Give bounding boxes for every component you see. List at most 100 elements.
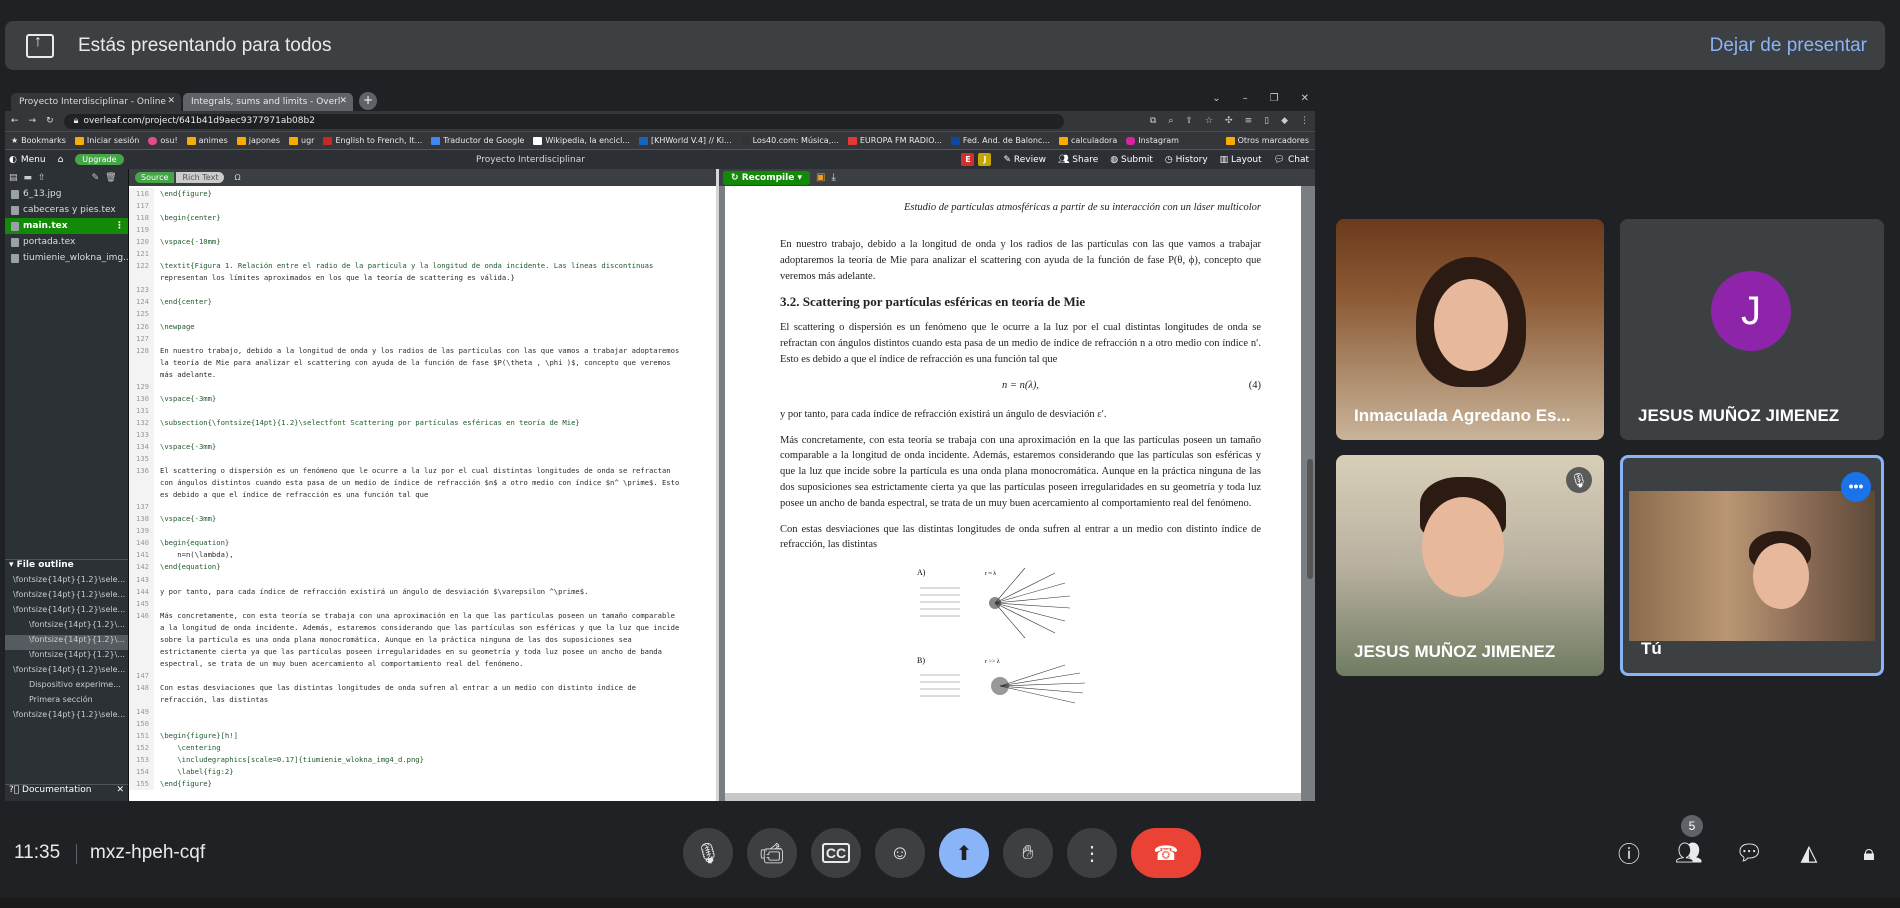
code-line[interactable]: 147: [129, 669, 716, 682]
file-item-active[interactable]: main.tex ⋮: [5, 218, 128, 234]
file-outline-header[interactable]: ▾ File outline: [5, 559, 128, 574]
bookmark-item[interactable]: calculadora: [1058, 136, 1117, 145]
code-line[interactable]: 128 En nuestro trabajo, debido a la longi…: [129, 344, 716, 357]
code-line[interactable]: a la longitud de onda incidente. Además,…: [129, 621, 716, 634]
logs-icon[interactable]: ▣: [816, 172, 825, 183]
code-line[interactable]: 133: [129, 428, 716, 441]
pdf-horizontal-scrollbar[interactable]: [725, 793, 1301, 801]
participant-tile[interactable]: 🎙︎ JESUS MUÑOZ JIMENEZ: [1336, 455, 1604, 676]
bookmark-item[interactable]: Iniciar sesión: [74, 136, 139, 145]
code-line[interactable]: la teoría de Mie para analizar el scatte…: [129, 356, 716, 369]
microphone-button[interactable]: 🎙︎: [683, 828, 733, 878]
bookmark-item[interactable]: japones: [236, 136, 280, 145]
more-options-icon[interactable]: •••: [1841, 472, 1871, 502]
browser-tab-active[interactable]: Proyecto Interdisciplinar - Online ✕: [11, 93, 181, 111]
outline-item[interactable]: \fontsize{14pt}{1.2}\sele...: [5, 605, 128, 620]
close-icon[interactable]: ✕: [339, 96, 347, 106]
media-icon[interactable]: ≡: [1245, 116, 1253, 126]
translate-icon[interactable]: ⧉: [1150, 116, 1156, 126]
outline-item[interactable]: \fontsize{14pt}{1.2}\sele...: [5, 590, 128, 605]
collaborator-avatar[interactable]: E: [961, 153, 975, 166]
outline-item[interactable]: Dispositivo experime...: [5, 680, 128, 695]
menu-button[interactable]: ◐ Menu: [9, 155, 46, 165]
code-line[interactable]: 123: [129, 284, 716, 297]
reload-icon[interactable]: ↻: [46, 116, 54, 126]
bookmark-item[interactable]: Wikipedia, la encicl...: [533, 136, 630, 145]
code-line[interactable]: 152 \centering: [129, 742, 716, 755]
chat-button[interactable]: 💬︎ Chat: [1274, 155, 1309, 165]
activities-button[interactable]: ◭: [1796, 840, 1822, 866]
code-line[interactable]: 155 \end{figure}: [129, 778, 716, 791]
code-line[interactable]: 116 \end{figure}: [129, 188, 716, 201]
bookmark-item[interactable]: Traductor de Google: [431, 136, 524, 145]
code-line[interactable]: 151 \begin{figure}[h!]: [129, 730, 716, 743]
code-line[interactable]: 144 y por tanto, para cada índice de refr…: [129, 585, 716, 598]
people-button[interactable]: 5 👥︎: [1675, 815, 1703, 866]
code-line[interactable]: 141 n=n(\lambda),: [129, 549, 716, 562]
code-editor[interactable]: Source Rich Text Ω 116 \end{figure} 117 118…: [129, 169, 719, 801]
code-line[interactable]: espectral, se trata de un muy buen acerc…: [129, 657, 716, 670]
review-button[interactable]: ✎ Review: [1003, 155, 1046, 165]
close-icon[interactable]: ✕: [116, 785, 124, 795]
code-line[interactable]: 154 \label{fig:2}: [129, 766, 716, 779]
code-line[interactable]: 134 \vspace{-3mm}: [129, 440, 716, 454]
meeting-info-button[interactable]: ⓘ: [1616, 840, 1642, 867]
code-line[interactable]: 153 \includegraphics[scale=0.17]{tiumien…: [129, 754, 716, 767]
code-line[interactable]: 117: [129, 200, 716, 213]
vpn-icon[interactable]: ◆: [1281, 116, 1288, 126]
code-line[interactable]: 132 \subsection{\fontsize{14pt}{1.2}\sele…: [129, 416, 716, 429]
documentation-link[interactable]: ?⃝ Documentation ✕: [5, 784, 128, 798]
share-icon[interactable]: ⇪: [1185, 116, 1193, 126]
source-toggle[interactable]: Source: [135, 172, 175, 183]
code-line[interactable]: 137: [129, 501, 716, 514]
bookmark-item[interactable]: EUROPA FM RADIO...: [847, 136, 942, 145]
code-line[interactable]: sobre la partícula es una onda plana mon…: [129, 633, 716, 646]
code-line[interactable]: 130 \vspace{-3mm}: [129, 392, 716, 405]
participant-tile[interactable]: Inmaculada Agredano Es...: [1336, 219, 1604, 440]
code-line[interactable]: 145: [129, 597, 716, 610]
new-tab-button[interactable]: +: [359, 92, 377, 110]
outline-item[interactable]: Primera sección: [5, 695, 128, 710]
self-tile[interactable]: ••• Tú: [1620, 455, 1884, 676]
code-line[interactable]: 118 \begin{center}: [129, 212, 716, 225]
code-line[interactable]: 146 Más concretamente, con esta teoría se…: [129, 609, 716, 622]
symbol-icon[interactable]: Ω: [234, 173, 240, 182]
code-line[interactable]: 135: [129, 453, 716, 466]
code-line[interactable]: 138 \vspace{-3mm}: [129, 513, 716, 526]
bookmark-item[interactable]: Los40.com: Música,...: [740, 136, 839, 145]
leave-call-button[interactable]: ☎︎: [1131, 828, 1201, 878]
present-button[interactable]: ⬆: [939, 828, 989, 878]
star-icon[interactable]: ☆: [1205, 116, 1213, 126]
code-line[interactable]: estrictamente cierta ya que las partícul…: [129, 645, 716, 658]
more-options-button[interactable]: ⋮: [1067, 828, 1117, 878]
menu-dots-icon[interactable]: ⋮: [1300, 116, 1309, 126]
code-line[interactable]: 142 \end{equation}: [129, 561, 716, 574]
file-item[interactable]: portada.tex: [5, 234, 128, 250]
code-lines[interactable]: 116 \end{figure} 117 118 \begin{center} 119 12…: [129, 186, 716, 791]
code-line[interactable]: 136 El scattering o dispersión es un fenó…: [129, 465, 716, 478]
url-field[interactable]: 🔒︎ overleaf.com/project/641b41d9aec937797…: [63, 113, 1064, 129]
back-icon[interactable]: ←: [11, 116, 19, 126]
restore-icon[interactable]: ❐: [1270, 93, 1279, 104]
sidepanel-icon[interactable]: ▯: [1264, 116, 1269, 126]
code-line[interactable]: 127: [129, 332, 716, 345]
rich-text-toggle[interactable]: Rich Text: [176, 172, 225, 183]
code-line[interactable]: refracción, las distintas: [129, 693, 716, 707]
new-file-icon[interactable]: ▤: [9, 173, 18, 183]
outline-item[interactable]: \fontsize{14pt}{1.2}\...: [5, 650, 128, 665]
captions-button[interactable]: CC: [811, 828, 861, 878]
close-icon[interactable]: ✕: [1301, 93, 1309, 104]
bookmark-item[interactable]: Fed. And. de Balonc...: [950, 136, 1050, 145]
bookmark-item[interactable]: ugr: [289, 136, 314, 145]
submit-button[interactable]: ◍ Submit: [1110, 155, 1153, 165]
share-button[interactable]: 👥︎ Share: [1058, 155, 1098, 165]
code-line[interactable]: 140 \begin{equation}: [129, 537, 716, 550]
code-line[interactable]: 120 \vspace{-10mm}: [129, 236, 716, 249]
code-line[interactable]: con ángulos distintos cuando esta pasa d…: [129, 477, 716, 490]
zoom-icon[interactable]: ⌕: [1168, 116, 1173, 126]
code-line[interactable]: 129: [129, 380, 716, 393]
code-line[interactable]: 148 Con estas desviaciones que las distin…: [129, 681, 716, 694]
outline-item[interactable]: \fontsize{14pt}{1.2}\sele...: [5, 665, 128, 680]
delete-icon[interactable]: 🗑︎: [105, 173, 116, 183]
code-line[interactable]: es debido a que el índice de refracción …: [129, 489, 716, 502]
